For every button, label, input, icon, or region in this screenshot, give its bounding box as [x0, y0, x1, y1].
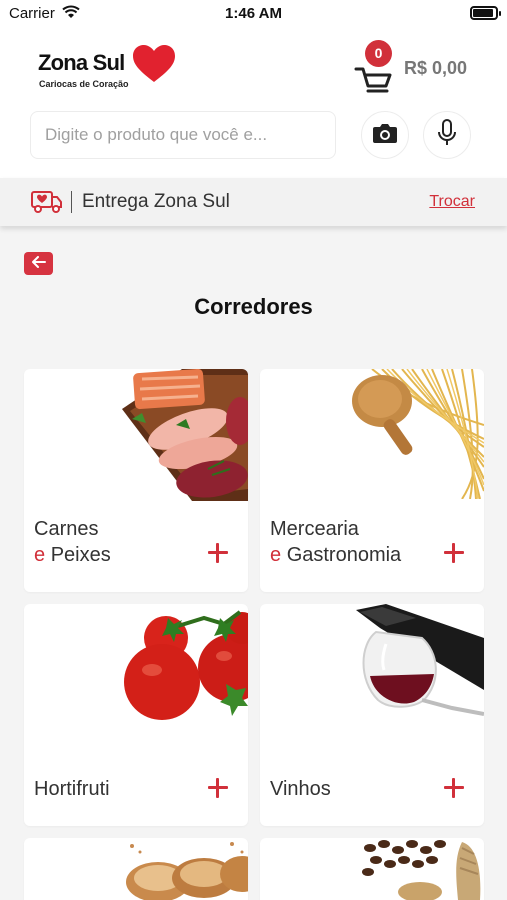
cart-button[interactable]: 0	[352, 40, 396, 96]
camera-icon	[372, 122, 398, 149]
delivery-bar: Entrega Zona Sul Trocar	[0, 178, 507, 226]
pasta-image	[352, 369, 484, 504]
divider	[71, 191, 72, 213]
app-header: Zona Sul Cariocas de Coração 0 R$ 0,00	[0, 28, 507, 178]
camera-button[interactable]	[361, 111, 409, 159]
plus-icon[interactable]	[208, 778, 228, 798]
microphone-icon	[437, 118, 457, 152]
category-card-coffee[interactable]	[260, 838, 484, 900]
plus-icon[interactable]	[444, 543, 464, 563]
plus-icon[interactable]	[208, 543, 228, 563]
category-label: Vinhos	[270, 778, 331, 800]
arrow-left-icon	[31, 255, 46, 273]
category-card-vinhos[interactable]: Vinhos	[260, 604, 484, 826]
voice-search-button[interactable]	[423, 111, 471, 159]
category-card-hortifruti[interactable]: Hortifruti	[24, 604, 248, 826]
brand-tagline: Cariocas de Coração	[39, 79, 129, 89]
category-label: Hortifruti	[34, 778, 110, 800]
category-label: Carnes e Peixes	[34, 518, 111, 566]
battery-icon	[470, 6, 501, 20]
delivery-mode-label: Entrega Zona Sul	[82, 191, 230, 212]
wine-image	[356, 604, 484, 725]
change-delivery-link[interactable]: Trocar	[429, 193, 475, 211]
plus-icon[interactable]	[444, 778, 464, 798]
meat-fish-image	[112, 369, 248, 506]
heart-icon	[131, 44, 177, 89]
category-card-bread[interactable]	[24, 838, 248, 900]
search-input[interactable]	[45, 125, 321, 145]
category-card-carnes-peixes[interactable]: Carnes e Peixes	[24, 369, 248, 592]
cart-count-badge: 0	[365, 40, 392, 67]
page-title: Corredores	[194, 294, 313, 319]
cart-icon	[354, 66, 394, 101]
back-button[interactable]	[24, 252, 53, 275]
tomatoes-image	[108, 604, 248, 729]
category-label: Mercearia e Gastronomia	[270, 518, 402, 566]
bread-image	[118, 838, 248, 900]
delivery-truck-icon	[31, 190, 63, 219]
status-bar: Carrier 1:46 AM	[0, 0, 507, 28]
coffee-image	[358, 838, 484, 900]
category-card-mercearia-gastronomia[interactable]: Mercearia e Gastronomia	[260, 369, 484, 592]
clock: 1:46 AM	[225, 5, 282, 22]
search-field[interactable]	[30, 111, 336, 159]
cart-total: R$ 0,00	[404, 58, 468, 78]
brand-name: Zona Sul	[38, 50, 125, 75]
zona-sul-logo[interactable]: Zona Sul Cariocas de Coração	[38, 44, 188, 96]
